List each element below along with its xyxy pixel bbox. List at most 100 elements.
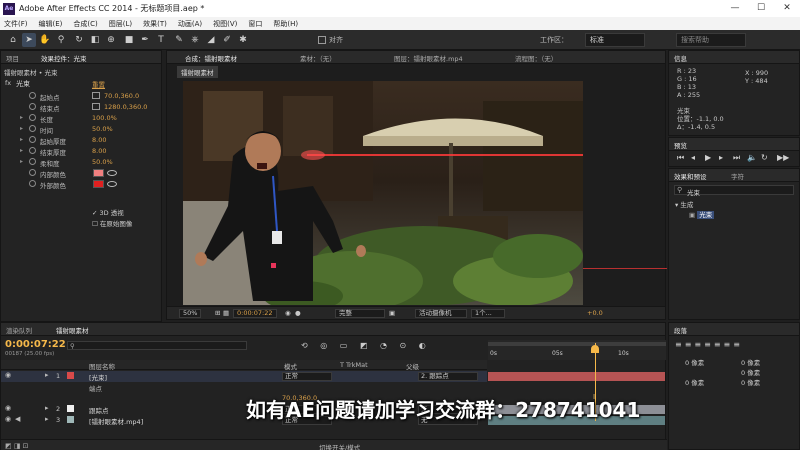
crosshair-icon[interactable] [92, 92, 100, 99]
roto-brush-tool-icon[interactable]: ✐ [220, 33, 234, 47]
twirl-icon[interactable]: ▸ [20, 114, 23, 121]
next-frame-icon[interactable]: ▸ [719, 153, 723, 162]
menu-composition[interactable]: 合成(C) [73, 19, 97, 29]
audio-icon[interactable]: 🔈 [747, 153, 757, 162]
last-frame-icon[interactable]: ⏭ [733, 153, 740, 163]
prev-frame-icon[interactable]: ◂ [691, 153, 695, 162]
color-swatch[interactable] [93, 180, 104, 188]
viewer-timecode[interactable]: 0:00:07:22 [233, 309, 277, 318]
camera-tool-icon[interactable]: ◧ [88, 33, 102, 47]
menu-effect[interactable]: 效果(T) [143, 19, 167, 29]
stopwatch-icon[interactable] [29, 147, 36, 154]
property-value[interactable]: 70.0,360.0 [104, 92, 139, 100]
twirl-icon[interactable]: ▸ [45, 371, 49, 379]
ram-preview-icon[interactable]: ▶▶ [777, 153, 789, 162]
toggle-switches-modes[interactable]: 切换开关/模式 [319, 442, 360, 450]
align-buttons-row[interactable]: ≡≡≡≡≡≡≡ [675, 340, 743, 349]
category-generate[interactable]: ▾ 生成 [675, 199, 693, 209]
stopwatch-icon[interactable] [29, 92, 36, 99]
tab-timeline-comp[interactable]: 镭射眼素材 [56, 325, 89, 335]
loop-icon[interactable]: ↻ [761, 153, 768, 162]
layer-label-color[interactable] [67, 416, 74, 423]
tab-render-queue[interactable]: 渲染队列 [6, 325, 32, 335]
pen-tool-icon[interactable]: ✒ [138, 33, 152, 47]
menu-help[interactable]: 帮助(H) [273, 19, 298, 29]
zoom-select[interactable]: 50% [179, 309, 202, 318]
layer-name[interactable]: [光束] [89, 372, 107, 382]
twirl-icon[interactable]: ▸ [45, 415, 49, 423]
tab-effect-controls[interactable]: 效果控件：光束 [41, 53, 87, 63]
visibility-eye-icon[interactable]: ◉ [5, 404, 11, 412]
search-help-input[interactable]: 搜索帮助 [676, 33, 746, 47]
menu-animation[interactable]: 动画(A) [178, 19, 202, 29]
eyedropper-icon[interactable] [107, 181, 117, 187]
stopwatch-icon[interactable] [29, 169, 36, 176]
tab-project[interactable]: 项目 [6, 53, 19, 63]
stopwatch-icon[interactable] [29, 114, 36, 121]
rectangle-tool-icon[interactable]: ■ [122, 33, 136, 47]
twirl-icon[interactable]: ▸ [20, 136, 23, 143]
safe-margins-icon[interactable]: ⊞ [215, 309, 220, 318]
tab-composition[interactable]: 合成：镭射眼素材 [185, 53, 237, 63]
rotate-tool-icon[interactable]: ↻ [72, 33, 86, 47]
effect-property-row[interactable]: 外部颜色 [1, 179, 161, 190]
effect-property-row[interactable]: ▸ 时间 50.0% [1, 124, 161, 135]
stopwatch-icon[interactable] [29, 103, 36, 110]
puppet-tool-icon[interactable]: ✱ [236, 33, 250, 47]
type-tool-icon[interactable]: T [154, 33, 168, 47]
layer-mode-select[interactable]: 正常 [282, 372, 332, 381]
effect-property-row[interactable]: ▸ 柔和度 50.0% [1, 157, 161, 168]
audio-toggle-icon[interactable]: ◀ [15, 415, 20, 423]
tab-footage[interactable]: 素材：（无） [300, 53, 336, 63]
layer-name[interactable]: [镭射眼素材.mp4] [89, 416, 143, 426]
timeline-timecode[interactable]: 0:00:07:22 [5, 339, 66, 350]
close-button[interactable]: ✕ [774, 0, 800, 17]
comp-name-chip[interactable]: 镭射眼素材 [177, 66, 218, 78]
tab-layer[interactable]: 图层：镭射眼素材.mp4 [394, 53, 463, 63]
minimize-button[interactable]: — [722, 0, 748, 17]
workspace-select[interactable]: 标准 [585, 33, 645, 47]
checkbox-on-original[interactable]: ☐ 在原始图像 [92, 218, 132, 228]
effects-search-field[interactable]: ⚲ 光束 [674, 185, 794, 197]
first-frame-icon[interactable]: ⏮ [677, 153, 684, 163]
effect-sub-row[interactable]: 端点 [1, 382, 487, 393]
effect-property-row[interactable]: ▸ 长度 100.0% [1, 113, 161, 124]
tab-preview[interactable]: 预览 [674, 140, 687, 150]
property-value[interactable]: 50.0% [92, 125, 113, 133]
tab-effects-presets[interactable]: 效果和预设 [674, 171, 707, 181]
effect-item-beam[interactable]: ▣ 光束 [689, 209, 715, 219]
camera-select[interactable]: 活动摄像机 [415, 309, 467, 318]
layer-row[interactable]: ◉ ▸ 1 [光束] 正常 2. 跟踪点 [1, 371, 665, 382]
tab-info[interactable]: 信息 [674, 53, 687, 63]
menu-layer[interactable]: 图层(L) [109, 19, 132, 29]
twirl-icon[interactable]: ▸ [45, 404, 49, 412]
property-value[interactable]: 8.00 [92, 136, 106, 144]
timeline-switch-icons[interactable]: ⟲ ◎ ▭ ◩ ◔ ⊙ ◐ [301, 341, 431, 350]
selection-tool-icon[interactable]: ➤ [22, 33, 36, 47]
effect-property-row[interactable]: ▸ 起始厚度 8.00 [1, 135, 161, 146]
stopwatch-icon[interactable] [29, 158, 36, 165]
stopwatch-icon[interactable] [29, 180, 36, 187]
effect-property-row[interactable]: 结束点 1280.0,360.0 [1, 102, 161, 113]
brush-tool-icon[interactable]: ✎ [172, 33, 186, 47]
stopwatch-icon[interactable] [29, 125, 36, 132]
menu-view[interactable]: 视图(V) [213, 19, 237, 29]
property-value[interactable]: 1280.0,360.0 [104, 103, 147, 111]
toggle-panes-icon[interactable]: ◩ ◨ ⊡ [5, 442, 29, 450]
layer-label-color[interactable] [67, 372, 74, 379]
tab-paragraph[interactable]: 段落 [674, 325, 687, 335]
reset-button[interactable]: 重置 [92, 79, 105, 89]
effect-property-row[interactable]: ▸ 结束厚度 8.00 [1, 146, 161, 157]
indent-right-field[interactable]: 0 像素 [741, 357, 760, 367]
space-after-field[interactable]: 0 像素 [741, 377, 760, 387]
menu-window[interactable]: 窗口 [248, 19, 262, 29]
work-area-bar[interactable] [488, 342, 666, 346]
space-before-field[interactable]: 0 像素 [685, 377, 704, 387]
home-icon[interactable]: ⌂ [6, 33, 20, 47]
menu-edit[interactable]: 编辑(E) [39, 19, 63, 29]
indent-first-field[interactable]: 0 像素 [741, 367, 760, 377]
resolution-select[interactable]: 完整 [335, 309, 385, 318]
exposure-value[interactable]: +0.0 [587, 309, 603, 318]
crosshair-icon[interactable] [92, 103, 100, 110]
effect-property-row[interactable]: 起始点 70.0,360.0 [1, 91, 161, 102]
